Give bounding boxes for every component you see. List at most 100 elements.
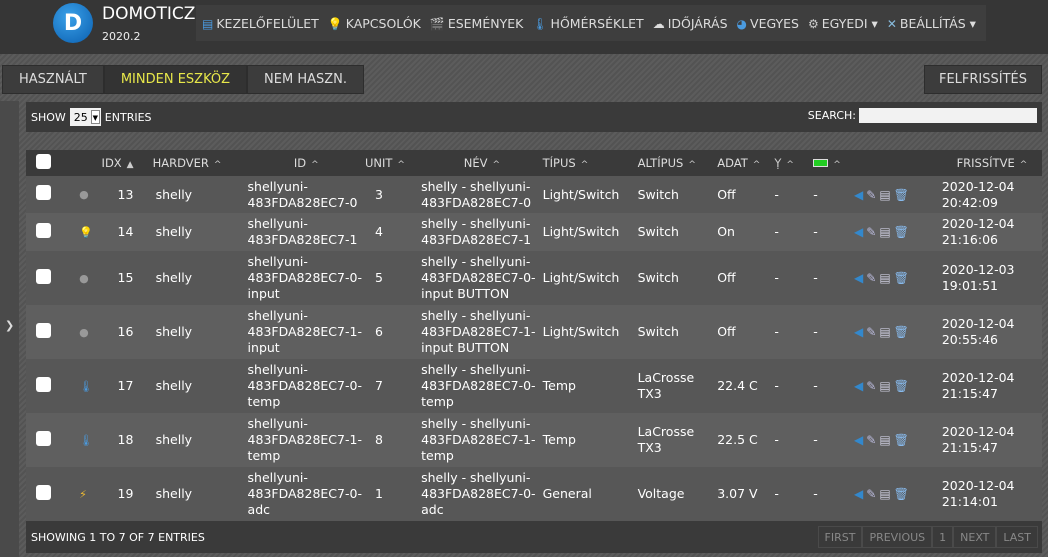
unit-value: 4 <box>374 224 383 239</box>
edit-icon[interactable]: ✎ <box>866 379 876 393</box>
row-checkbox[interactable] <box>36 268 51 284</box>
delete-icon[interactable]: 🗑 <box>894 433 909 447</box>
edit-icon[interactable]: ✎ <box>866 188 876 202</box>
battery-icon <box>813 159 829 167</box>
cell-data: Off <box>717 251 775 305</box>
table-controls: SHOW 25 ▼ ENTRIES SEARCH: <box>26 102 1042 132</box>
row-checkbox[interactable] <box>36 322 51 338</box>
column-header-4[interactable]: ID ^ <box>247 150 365 176</box>
idx-value: 16 <box>117 324 134 339</box>
cell-hw: shelly <box>152 251 248 305</box>
search-input[interactable] <box>859 108 1037 123</box>
sort-icon: ^ <box>786 160 794 170</box>
dropdown-arrow-icon: ▼ <box>90 110 100 124</box>
data-value: Off <box>717 324 736 339</box>
column-header-11[interactable]: ^ <box>813 150 855 176</box>
cell-battery: - <box>813 413 855 467</box>
column-header-3[interactable]: HARDVER ^ <box>152 150 248 176</box>
log-icon[interactable]: ▤ <box>879 325 890 339</box>
replace-icon[interactable]: ◀ <box>854 225 863 239</box>
replace-icon[interactable]: ◀ <box>854 271 863 285</box>
battery-value: - <box>813 270 818 285</box>
edit-icon[interactable]: ✎ <box>866 271 876 285</box>
column-header-7[interactable]: TÍPUS ^ <box>542 150 638 176</box>
row-checkbox[interactable] <box>36 484 51 500</box>
updated-value: 2020-12-04 21:15:47 <box>941 370 1015 401</box>
replace-icon[interactable]: ◀ <box>854 379 863 393</box>
column-header-9[interactable]: ADAT ^ <box>717 150 775 176</box>
menu-item-2[interactable]: 🎬 ESEMÉNYEK <box>430 16 523 31</box>
log-icon[interactable]: ▤ <box>879 271 890 285</box>
name-value: shelly - shellyuni-483FDA828EC7-0-adc <box>421 470 536 517</box>
data-value: 22.4 C <box>717 378 758 393</box>
column-label: NÉV <box>463 156 488 170</box>
tab-1[interactable]: MINDEN ESZKÖZ <box>103 65 248 94</box>
delete-icon[interactable]: 🗑 <box>894 225 909 239</box>
replace-icon[interactable]: ◀ <box>854 487 863 501</box>
replace-icon[interactable]: ◀ <box>854 325 863 339</box>
log-icon[interactable]: ▤ <box>879 225 890 239</box>
cell-unit: 6 <box>364 305 422 359</box>
idx-value: 19 <box>117 486 134 501</box>
pager-1[interactable]: 1 <box>932 526 954 548</box>
column-header-6[interactable]: NÉV ^ <box>421 150 543 176</box>
log-icon[interactable]: ▤ <box>879 487 890 501</box>
column-label: TÍPUS <box>542 156 576 170</box>
log-icon[interactable]: ▤ <box>879 188 890 202</box>
cell-battery: - <box>813 213 855 251</box>
delete-icon[interactable]: 🗑 <box>894 379 909 393</box>
pager-first[interactable]: FIRST <box>817 526 863 548</box>
column-header-8[interactable]: ALTÍPUS ^ <box>637 150 718 176</box>
edit-icon[interactable]: ✎ <box>866 325 876 339</box>
cell-data: 3.07 V <box>717 467 775 521</box>
menu-item-5[interactable]: ◕ VEGYES <box>737 16 799 31</box>
cell-data: On <box>717 213 775 251</box>
edit-icon[interactable]: ✎ <box>866 487 876 501</box>
edit-icon[interactable]: ✎ <box>866 433 876 447</box>
cell-updated: 2020-12-03 19:01:51 <box>941 251 1042 305</box>
delete-icon[interactable]: 🗑 <box>894 271 909 285</box>
menu-item-1[interactable]: 💡 KAPCSOLÓK <box>328 16 421 31</box>
replace-icon[interactable]: ◀ <box>854 188 863 202</box>
row-checkbox[interactable] <box>36 376 51 392</box>
pager-last[interactable]: LAST <box>996 526 1038 548</box>
column-header-10[interactable]: Ỵ ^ <box>774 150 814 176</box>
domoticz-logo[interactable]: D <box>53 3 93 43</box>
subtype-value: LaCrosse TX3 <box>637 424 695 455</box>
cell-signal: - <box>774 413 814 467</box>
table-row: ● 16 shelly shellyuni-483FDA828EC7-1-input 6… <box>26 305 1042 359</box>
menu-item-3[interactable]: 🌡 HŐMÉRSÉKLET <box>532 16 643 31</box>
delete-icon[interactable]: 🗑 <box>894 325 909 339</box>
column-header-5[interactable]: UNIT ^ <box>364 150 422 176</box>
column-header-2[interactable]: IDX ▲ <box>101 150 153 176</box>
delete-icon[interactable]: 🗑 <box>894 487 909 501</box>
menu-item-7[interactable]: ✕ BEÁLLÍTÁS ▾ <box>887 16 976 31</box>
tab-2[interactable]: NEM HASZN. <box>247 65 365 94</box>
pagination: FIRST PREVIOUS 1 NEXT LAST <box>817 526 1038 548</box>
sort-icon: ^ <box>752 160 761 170</box>
cell-unit: 5 <box>364 251 422 305</box>
delete-icon[interactable]: 🗑 <box>894 188 909 202</box>
menu-item-0[interactable]: ▤ KEZELŐFELÜLET <box>202 16 319 31</box>
edit-icon[interactable]: ✎ <box>866 225 876 239</box>
cell-name: shelly - shellyuni-483FDA828EC7-0-temp <box>421 359 543 413</box>
table-row: 🌡 17 shelly shellyuni-483FDA828EC7-0-temp 7 s… <box>26 359 1042 413</box>
column-header-13[interactable]: FRISSÍTVE ^ <box>941 150 1042 176</box>
row-checkbox[interactable] <box>36 222 51 238</box>
pager-next[interactable]: NEXT <box>953 526 997 548</box>
log-icon[interactable]: ▤ <box>879 433 890 447</box>
row-checkbox[interactable] <box>36 185 51 200</box>
sort-icon: ^ <box>580 160 589 170</box>
type-value: Light/Switch <box>542 224 620 239</box>
menu-item-6[interactable]: ⚙ EGYEDI ▾ <box>808 16 878 31</box>
select-all-checkbox[interactable] <box>36 154 51 169</box>
refresh-button[interactable]: FELFRISSÍTÉS <box>924 65 1042 94</box>
page-size-select[interactable]: 25 ▼ <box>69 108 101 126</box>
sidebar-toggle[interactable]: ❯ <box>0 101 19 557</box>
pager-previous[interactable]: PREVIOUS <box>862 526 933 548</box>
row-checkbox[interactable] <box>36 430 51 446</box>
log-icon[interactable]: ▤ <box>879 379 890 393</box>
menu-item-4[interactable]: ☁ IDŐJÁRÁS <box>653 16 728 31</box>
replace-icon[interactable]: ◀ <box>854 433 863 447</box>
tab-0[interactable]: HASZNÁLT <box>2 65 104 94</box>
